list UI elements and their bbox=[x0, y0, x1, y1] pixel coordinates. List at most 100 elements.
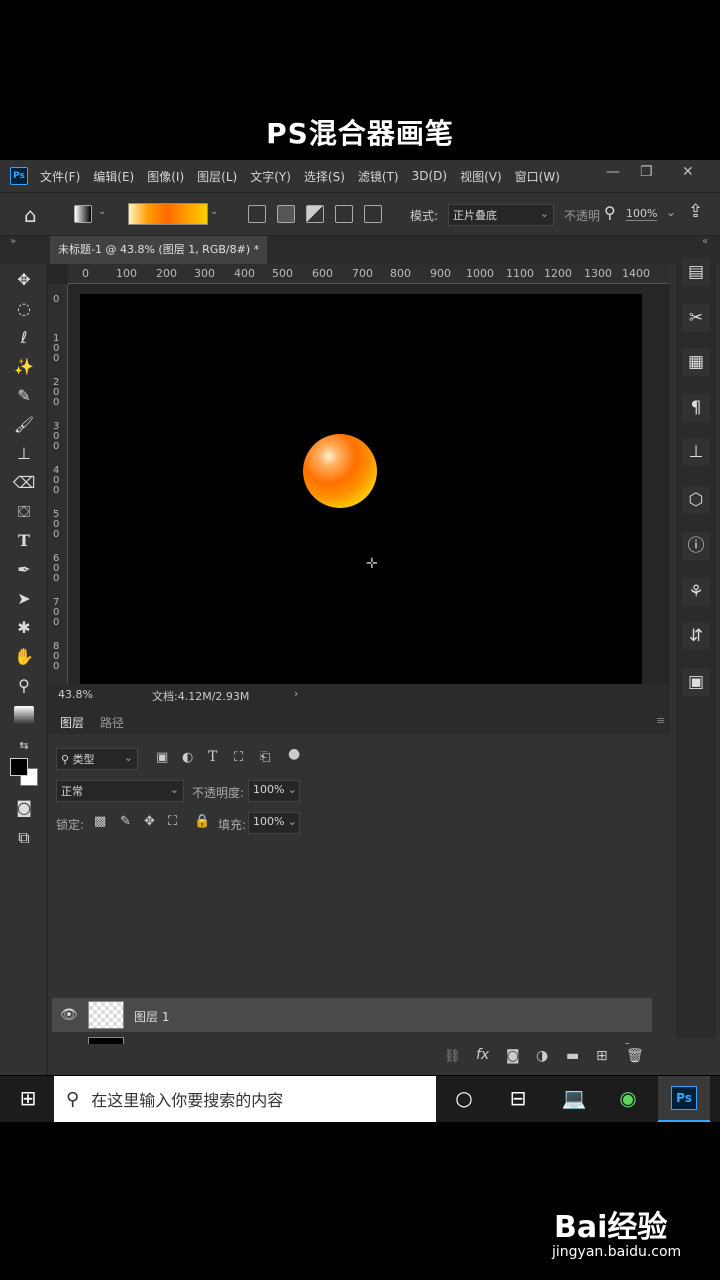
foreground-color-icon[interactable] bbox=[10, 758, 28, 776]
new-layer-icon[interactable]: ⊞ bbox=[596, 1048, 608, 1064]
magic-wand-icon[interactable]: ✨ bbox=[12, 355, 36, 379]
fill-input[interactable]: 100% ⌄ bbox=[248, 812, 300, 834]
task-view-icon[interactable]: ⊟ bbox=[504, 1086, 532, 1110]
custom-shape-icon[interactable]: ✱ bbox=[12, 616, 36, 640]
stamp-tool-icon[interactable]: ⊥ bbox=[12, 442, 36, 466]
pen-tool-icon[interactable]: ✒ bbox=[12, 558, 36, 582]
reflected-gradient-icon[interactable] bbox=[335, 205, 353, 223]
gradient-tool-icon[interactable] bbox=[14, 706, 34, 724]
maximize-icon[interactable]: ❐ bbox=[640, 164, 653, 180]
properties-icon[interactable]: ▣ bbox=[682, 668, 710, 696]
windows-start-icon[interactable]: ⊞ bbox=[14, 1086, 42, 1110]
menu-filter[interactable]: 滤镜(T) bbox=[358, 168, 399, 185]
gradient-swatch[interactable] bbox=[128, 203, 208, 225]
menu-window[interactable]: 窗口(W) bbox=[515, 168, 560, 185]
menu-edit[interactable]: 编辑(E) bbox=[93, 168, 134, 185]
path-select-icon[interactable]: ➤ bbox=[12, 587, 36, 611]
menu-image[interactable]: 图像(I) bbox=[147, 168, 184, 185]
angle-gradient-icon[interactable] bbox=[306, 205, 324, 223]
link-layers-icon[interactable]: ⛓ bbox=[444, 1049, 461, 1064]
lock-pixels-icon[interactable]: ✎ bbox=[120, 814, 131, 829]
brush-tool-icon[interactable]: 🖌 bbox=[12, 413, 36, 437]
fx-icon[interactable]: fx bbox=[476, 1047, 489, 1063]
menu-select[interactable]: 选择(S) bbox=[304, 168, 345, 185]
minimize-icon[interactable]: — bbox=[606, 164, 620, 180]
linear-gradient-icon[interactable] bbox=[248, 205, 266, 223]
blend-mode-select[interactable]: 正常 ⌄ bbox=[56, 780, 184, 802]
eyedropper-icon[interactable]: ✎ bbox=[12, 384, 36, 408]
marquee-tool-icon[interactable]: ◌ bbox=[12, 297, 36, 321]
lock-position-icon[interactable]: ✥ bbox=[144, 814, 155, 829]
new-group-icon[interactable]: ▬ bbox=[566, 1048, 579, 1064]
layer-filter-select[interactable]: ⚲ 类型 ⌄ bbox=[56, 748, 138, 770]
layer-name[interactable]: 图层 1 bbox=[134, 1008, 169, 1025]
cortana-icon[interactable]: ○ bbox=[450, 1086, 478, 1110]
filter-pixel-icon[interactable]: ▣ bbox=[156, 750, 168, 765]
eye-icon[interactable]: 👁 bbox=[60, 1007, 78, 1023]
zoom-search-icon[interactable]: ⚲ bbox=[604, 203, 616, 222]
3d-icon[interactable]: ⬡ bbox=[682, 486, 710, 514]
adjustments-icon[interactable]: ⇵ bbox=[682, 622, 710, 650]
swatches-icon[interactable]: ▦ bbox=[682, 348, 710, 376]
photoshop-taskbar-button[interactable]: Ps bbox=[658, 1076, 710, 1122]
move-tool-icon[interactable]: ✥ bbox=[12, 268, 36, 292]
channels-icon[interactable]: ⚘ bbox=[682, 578, 710, 606]
paint-bucket-icon[interactable]: ⛋ bbox=[12, 500, 36, 524]
menu-layer[interactable]: 图层(L) bbox=[197, 168, 237, 185]
close-icon[interactable]: ✕ bbox=[682, 164, 694, 180]
zoom-value[interactable]: 100% bbox=[626, 207, 658, 221]
tab-paths[interactable]: 路径 bbox=[100, 714, 124, 731]
delete-layer-icon[interactable]: 🗑 bbox=[626, 1048, 644, 1064]
panel-menu-icon[interactable]: ≡ bbox=[656, 714, 665, 727]
document-canvas[interactable]: ✛ bbox=[80, 294, 642, 684]
gradient-tool-preset-icon[interactable] bbox=[74, 205, 92, 223]
collapse-icon[interactable]: » bbox=[10, 236, 16, 247]
lock-transparent-icon[interactable]: ▩ bbox=[94, 814, 106, 829]
radial-gradient-icon[interactable] bbox=[277, 205, 295, 223]
menu-3d[interactable]: 3D(D) bbox=[412, 169, 447, 183]
share-icon[interactable]: ⇪ bbox=[688, 201, 703, 222]
computer-icon[interactable]: 💻 bbox=[560, 1086, 588, 1110]
info-icon[interactable]: ⓘ bbox=[682, 532, 710, 560]
taskbar-search[interactable]: ⚲ 在这里输入你要搜索的内容 bbox=[54, 1076, 436, 1122]
filter-smart-object-icon[interactable]: ⎗ bbox=[260, 750, 270, 765]
swap-colors-icon[interactable]: ⇆ bbox=[12, 734, 36, 758]
zoom-tool-icon[interactable]: ⚲ bbox=[12, 674, 36, 698]
opacity-input[interactable]: 100% ⌄ bbox=[248, 780, 300, 802]
mode-select[interactable]: 正片叠底 ⌄ bbox=[448, 204, 554, 226]
filter-type-icon[interactable]: T bbox=[208, 749, 217, 765]
filter-shape-icon[interactable]: ⛶ bbox=[234, 750, 243, 765]
menu-view[interactable]: 视图(V) bbox=[460, 168, 502, 185]
layer-row[interactable]: 👁 图层 1 bbox=[52, 998, 652, 1032]
chevron-right-icon[interactable]: › bbox=[294, 687, 298, 700]
browser-icon[interactable]: ◉ bbox=[614, 1086, 642, 1110]
filter-toggle-icon[interactable]: ● bbox=[288, 746, 300, 762]
lasso-tool-icon[interactable]: ℓ bbox=[12, 326, 36, 350]
gradient-dropdown-icon[interactable]: ⌄ bbox=[210, 206, 218, 217]
clone-source-icon[interactable]: ⊥ bbox=[682, 438, 710, 466]
adjustment-layer-icon[interactable]: ◑ bbox=[536, 1048, 548, 1064]
chevron-down-icon[interactable]: ⌄ bbox=[666, 205, 676, 219]
add-mask-icon[interactable]: ◙ bbox=[506, 1048, 520, 1064]
type-tool-icon[interactable]: T bbox=[12, 529, 36, 553]
brush-settings-icon[interactable]: ✂ bbox=[682, 304, 710, 332]
tab-layers[interactable]: 图层 bbox=[60, 714, 84, 731]
document-tab[interactable]: 未标题-1 @ 43.8% (图层 1, RGB/8#) * bbox=[50, 236, 268, 264]
paragraph-icon[interactable]: ¶ bbox=[682, 394, 710, 422]
lock-all-icon[interactable]: 🔒 bbox=[194, 814, 210, 829]
history-icon[interactable]: ▤ bbox=[682, 258, 710, 286]
home-icon[interactable]: ⌂ bbox=[24, 203, 37, 227]
chevron-down-icon: ⌄ bbox=[123, 751, 133, 764]
lock-artboard-icon[interactable]: ⛶ bbox=[168, 814, 177, 829]
collapse-right-icon[interactable]: « bbox=[702, 236, 708, 247]
screen-mode-icon[interactable]: ⧉ bbox=[12, 826, 36, 850]
hand-tool-icon[interactable]: ✋ bbox=[12, 645, 36, 669]
quick-mask-icon[interactable]: ◙ bbox=[12, 796, 36, 820]
eraser-tool-icon[interactable]: ⌫ bbox=[12, 471, 36, 495]
menu-type[interactable]: 文字(Y) bbox=[250, 168, 291, 185]
menu-file[interactable]: 文件(F) bbox=[40, 168, 80, 185]
chevron-down-icon[interactable]: ⌄ bbox=[98, 206, 106, 217]
status-zoom[interactable]: 43.8% bbox=[58, 688, 93, 701]
filter-adjustment-icon[interactable]: ◐ bbox=[182, 750, 193, 765]
diamond-gradient-icon[interactable] bbox=[364, 205, 382, 223]
